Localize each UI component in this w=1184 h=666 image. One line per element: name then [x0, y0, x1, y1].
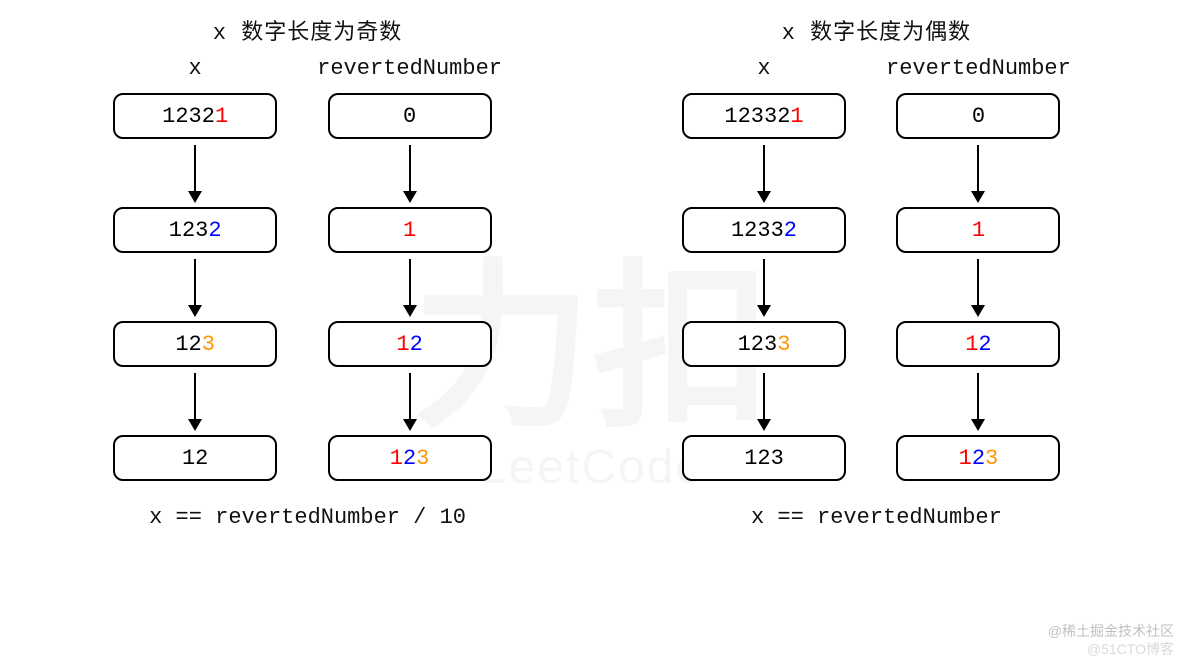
- arrow-icon: [977, 259, 979, 315]
- odd-title: x 数字长度为奇数: [213, 14, 402, 46]
- even-r-box-3: 123: [896, 435, 1060, 481]
- odd-length-panel: x 数字长度为奇数 x 12321 1232 123 12 revertedNu…: [113, 14, 502, 530]
- even-x-box-2: 1233: [682, 321, 846, 367]
- odd-x-column: x 12321 1232 123 12: [113, 56, 277, 481]
- even-r-box-0: 0: [896, 93, 1060, 139]
- arrow-icon: [977, 373, 979, 429]
- odd-x-box-1: 1232: [113, 207, 277, 253]
- even-r-column: revertedNumber 0 1 12 123: [886, 56, 1071, 481]
- arrow-icon: [977, 145, 979, 201]
- even-x-box-3: 123: [682, 435, 846, 481]
- even-x-column: x 123321 12332 1233 123: [682, 56, 846, 481]
- odd-r-header: revertedNumber: [317, 56, 502, 81]
- odd-x-box-3: 12: [113, 435, 277, 481]
- even-r-header: revertedNumber: [886, 56, 1071, 81]
- odd-r-box-1: 1: [328, 207, 492, 253]
- corner-line2: @51CTO博客: [1048, 640, 1174, 658]
- arrow-icon: [409, 259, 411, 315]
- corner-watermark: @稀土掘金技术社区 @51CTO博客: [1048, 622, 1174, 658]
- odd-r-box-2: 12: [328, 321, 492, 367]
- arrow-icon: [194, 259, 196, 315]
- even-columns: x 123321 12332 1233 123 revertedNumber 0…: [682, 56, 1071, 481]
- even-footer: x == revertedNumber: [751, 505, 1002, 530]
- arrow-icon: [409, 145, 411, 201]
- odd-r-column: revertedNumber 0 1 12 123: [317, 56, 502, 481]
- even-x-box-0: 123321: [682, 93, 846, 139]
- odd-x-box-2: 123: [113, 321, 277, 367]
- arrow-icon: [763, 259, 765, 315]
- odd-r-box-0: 0: [328, 93, 492, 139]
- arrow-icon: [194, 373, 196, 429]
- odd-footer: x == revertedNumber / 10: [149, 505, 466, 530]
- odd-columns: x 12321 1232 123 12 revertedNumber 0 1 1…: [113, 56, 502, 481]
- even-title: x 数字长度为偶数: [782, 14, 971, 46]
- odd-x-header: x: [189, 56, 202, 81]
- arrow-icon: [763, 145, 765, 201]
- even-x-box-1: 12332: [682, 207, 846, 253]
- even-length-panel: x 数字长度为偶数 x 123321 12332 1233 123 revert…: [682, 14, 1071, 530]
- even-r-box-1: 1: [896, 207, 1060, 253]
- arrow-icon: [763, 373, 765, 429]
- corner-line1: @稀土掘金技术社区: [1048, 622, 1174, 640]
- diagram-container: x 数字长度为奇数 x 12321 1232 123 12 revertedNu…: [0, 0, 1184, 530]
- even-r-box-2: 12: [896, 321, 1060, 367]
- arrow-icon: [194, 145, 196, 201]
- arrow-icon: [409, 373, 411, 429]
- odd-x-box-0: 12321: [113, 93, 277, 139]
- odd-r-box-3: 123: [328, 435, 492, 481]
- even-x-header: x: [757, 56, 770, 81]
